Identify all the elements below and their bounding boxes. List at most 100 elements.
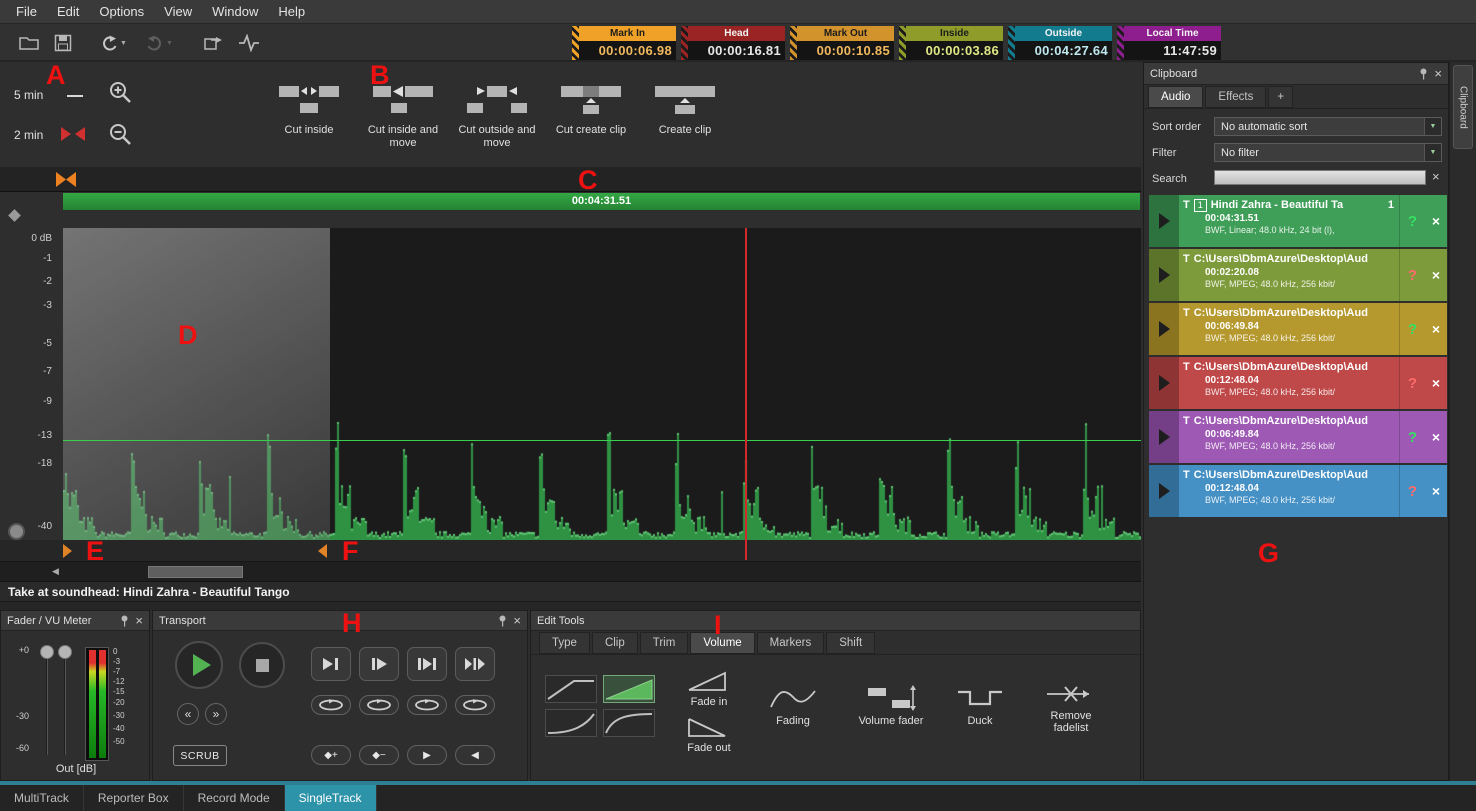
- prelisten-icon[interactable]: ?: [1399, 249, 1425, 301]
- fading-button[interactable]: Fading: [757, 675, 829, 737]
- fader-track-right[interactable]: [64, 655, 66, 755]
- tab-shift[interactable]: Shift: [826, 632, 875, 654]
- close-icon[interactable]: ×: [135, 615, 143, 627]
- pin-icon[interactable]: [1419, 68, 1428, 80]
- play-icon[interactable]: [1149, 411, 1179, 463]
- play-around-cut-button[interactable]: [455, 647, 495, 681]
- loop-button-1[interactable]: [311, 695, 351, 715]
- play-between-marks-button[interactable]: [407, 647, 447, 681]
- fade-in-button[interactable]: Fade in: [671, 667, 747, 711]
- cut-create-clip-button[interactable]: Cut create clip: [546, 64, 636, 162]
- menu-edit[interactable]: Edit: [47, 1, 89, 22]
- import-export-button[interactable]: [198, 28, 228, 58]
- tab-singletrack[interactable]: SingleTrack: [285, 785, 377, 811]
- playhead-cursor[interactable]: [745, 228, 747, 560]
- menu-view[interactable]: View: [154, 1, 202, 22]
- zoom-in-button[interactable]: [108, 80, 134, 109]
- add-tab-button[interactable]: +: [1268, 86, 1293, 108]
- add-marker-button[interactable]: ◆+: [311, 745, 351, 765]
- tab-effects[interactable]: Effects: [1205, 86, 1266, 108]
- prelisten-icon[interactable]: ?: [1399, 303, 1425, 355]
- tab-record-mode[interactable]: Record Mode: [184, 785, 285, 811]
- tab-audio[interactable]: Audio: [1148, 86, 1203, 108]
- clear-search-icon[interactable]: ×: [1432, 169, 1440, 184]
- fade-shape-log-button[interactable]: [603, 709, 655, 737]
- remove-item-icon[interactable]: ×: [1425, 249, 1447, 301]
- remove-item-icon[interactable]: ×: [1425, 357, 1447, 409]
- play-icon[interactable]: [1149, 249, 1179, 301]
- create-clip-button[interactable]: Create clip: [640, 64, 730, 162]
- fade-shape-linear-button[interactable]: [545, 675, 597, 703]
- loop-button-4[interactable]: [455, 695, 495, 715]
- cut-outside-and-move-button[interactable]: Cut outside and move: [452, 64, 542, 162]
- play-icon[interactable]: [1149, 465, 1179, 517]
- zoom-preset-5min[interactable]: 5 min: [14, 88, 43, 102]
- timeline-ruler[interactable]: [0, 168, 1141, 192]
- remove-marker-button[interactable]: ◆−: [359, 745, 399, 765]
- rewind-button[interactable]: «: [177, 703, 199, 725]
- play-icon[interactable]: [1149, 357, 1179, 409]
- tab-clip[interactable]: Clip: [592, 632, 638, 654]
- tab-multitrack[interactable]: MultiTrack: [0, 785, 84, 811]
- close-icon[interactable]: ×: [513, 615, 521, 627]
- stop-button[interactable]: [239, 642, 285, 688]
- fade-out-button[interactable]: Fade out: [671, 713, 747, 757]
- duck-button[interactable]: Duck: [945, 675, 1015, 737]
- scroll-left-arrow[interactable]: ◀: [52, 566, 59, 577]
- scrollbar-thumb[interactable]: [148, 566, 243, 578]
- pin-icon[interactable]: [498, 615, 507, 627]
- play-button[interactable]: [175, 641, 223, 689]
- timeline-position-bar[interactable]: 00:04:31.51: [63, 193, 1140, 210]
- mark-in-handle[interactable]: [63, 544, 72, 558]
- scrub-button[interactable]: SCRUB: [173, 745, 227, 766]
- loop-button-3[interactable]: [407, 695, 447, 715]
- close-icon[interactable]: ×: [1434, 68, 1442, 80]
- fader-knob-left[interactable]: [40, 645, 54, 659]
- prelisten-icon[interactable]: ?: [1399, 195, 1425, 247]
- play-to-mark-button[interactable]: [311, 647, 351, 681]
- remove-item-icon[interactable]: ×: [1425, 411, 1447, 463]
- clipboard-item-4[interactable]: T C:\Users\DbmAzure\Desktop\Aud 00:12:48…: [1149, 357, 1447, 409]
- volume-fader-button[interactable]: Volume fader: [847, 675, 935, 737]
- play-reverse-button[interactable]: ◀: [455, 745, 495, 765]
- menu-window[interactable]: Window: [202, 1, 268, 22]
- play-forward-button[interactable]: ▶: [407, 745, 447, 765]
- zoom-to-range-button[interactable]: [60, 126, 86, 145]
- tab-trim[interactable]: Trim: [640, 632, 689, 654]
- volume-line[interactable]: [63, 440, 1141, 441]
- clipboard-item-6[interactable]: T C:\Users\DbmAzure\Desktop\Aud 00:12:48…: [1149, 465, 1447, 517]
- waveform-area[interactable]: [63, 228, 1141, 540]
- remove-item-icon[interactable]: ×: [1425, 195, 1447, 247]
- clipboard-item-2[interactable]: T C:\Users\DbmAzure\Desktop\Aud 00:02:20…: [1149, 249, 1447, 301]
- tab-volume[interactable]: Volume: [690, 632, 754, 654]
- cut-inside-button[interactable]: Cut inside: [264, 64, 354, 162]
- search-input[interactable]: [1214, 170, 1426, 185]
- remove-item-icon[interactable]: ×: [1425, 465, 1447, 517]
- fader-knob-right[interactable]: [58, 645, 72, 659]
- signal-button[interactable]: [234, 28, 264, 58]
- filter-select[interactable]: No filter ▼: [1214, 143, 1442, 162]
- prelisten-icon[interactable]: ?: [1399, 411, 1425, 463]
- menu-options[interactable]: Options: [89, 1, 154, 22]
- fade-shape-exp-button[interactable]: [545, 709, 597, 737]
- zoom-out-button[interactable]: [108, 122, 134, 151]
- loop-button-2[interactable]: [359, 695, 399, 715]
- clipboard-item-1[interactable]: T 1 Hindi Zahra - Beautiful Ta 1 00:04:3…: [1149, 195, 1447, 247]
- tab-markers[interactable]: Markers: [757, 632, 825, 654]
- play-icon[interactable]: [1149, 303, 1179, 355]
- clipboard-item-5[interactable]: T C:\Users\DbmAzure\Desktop\Aud 00:06:49…: [1149, 411, 1447, 463]
- zoom-preset-2min[interactable]: 2 min: [14, 128, 43, 142]
- remove-item-icon[interactable]: ×: [1425, 303, 1447, 355]
- level-knob[interactable]: [8, 523, 25, 540]
- horizontal-scrollbar[interactable]: ◀: [0, 562, 1141, 582]
- tab-reporter-box[interactable]: Reporter Box: [84, 785, 184, 811]
- tab-type[interactable]: Type: [539, 632, 590, 654]
- selection-region[interactable]: [63, 228, 330, 540]
- mark-out-handle[interactable]: [318, 544, 327, 558]
- save-button[interactable]: [48, 28, 78, 58]
- undo-button[interactable]: ▼: [92, 28, 134, 58]
- remove-fadelist-button[interactable]: Remove fadelist: [1025, 673, 1117, 743]
- play-from-mark-button[interactable]: [359, 647, 399, 681]
- open-button[interactable]: [14, 28, 44, 58]
- clipboard-side-tab[interactable]: Clipboard: [1453, 65, 1473, 149]
